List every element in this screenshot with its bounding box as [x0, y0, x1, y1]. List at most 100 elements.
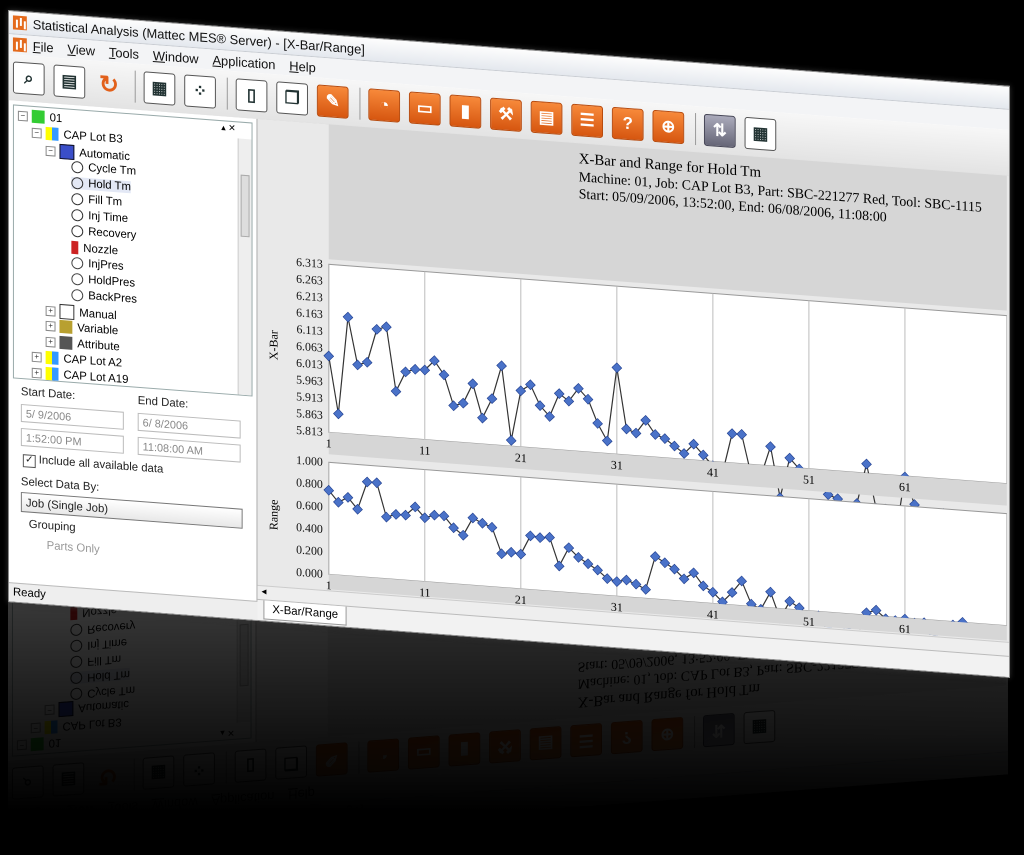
toolbar-separator [695, 113, 697, 146]
doc-icon[interactable] [12, 37, 27, 53]
ruler-icon [59, 319, 73, 334]
list-icon[interactable]: ☰ [571, 103, 603, 139]
menu-window[interactable]: Window [153, 47, 199, 65]
folder-icon [59, 143, 75, 161]
menu-application[interactable]: Application [212, 52, 275, 72]
toolbar-separator [134, 70, 136, 103]
clock-icon [71, 160, 84, 174]
print-icon[interactable]: ▤ [53, 64, 86, 99]
range-y-axis-label: Range [266, 499, 280, 531]
scroll-thumb[interactable] [240, 174, 250, 238]
tree-item-param[interactable]: Recovery [71, 224, 136, 242]
app-icon [12, 15, 27, 31]
gauge-small-icon [71, 256, 84, 270]
copy-pages-icon[interactable]: ❐ [276, 81, 308, 116]
tree-view[interactable]: −01 − CAP Lot B3 − Automatic Cycle Tm Hold… [12, 104, 253, 397]
toolbar-separator [226, 77, 228, 110]
xbar-y-tick-label: 5.963 [296, 372, 323, 388]
range-y-tick-label: 0.000 [296, 565, 323, 581]
flag-icon [59, 335, 73, 350]
xbar-x-tick-label: 61 [899, 479, 911, 494]
tree-node-automatic[interactable]: − Automatic [45, 143, 130, 164]
tab-xbar-range[interactable]: X-Bar/Range [263, 600, 348, 626]
xbar-y-axis-label: X-Bar [266, 330, 280, 361]
gauge-small-icon [71, 272, 84, 286]
help-icon[interactable]: ? [611, 106, 644, 142]
document-icon[interactable]: ▭ [408, 91, 441, 126]
tree-node-machine[interactable]: −01 [17, 109, 62, 125]
tree-scrollbar[interactable] [237, 138, 252, 396]
end-time-field[interactable]: 11:08:00 AM [137, 436, 241, 463]
app-window: Statistical Analysis (Mattec MES® Server… [8, 10, 1010, 678]
xbar-y-tick-label: 6.313 [296, 255, 323, 271]
thermometer-icon [71, 240, 79, 255]
refresh-icon[interactable]: ↻ [94, 69, 124, 101]
tree-item-param[interactable]: Inj Time [71, 208, 128, 225]
xbar-y-tick-label: 5.913 [296, 389, 323, 405]
gauge-small-icon [71, 288, 84, 302]
xbar-y-tick-label: 6.113 [297, 322, 323, 338]
globe-icon[interactable]: ⊕ [652, 109, 685, 145]
include-all-label: Include all available data [38, 454, 164, 476]
range-y-tick-label: 0.200 [296, 542, 323, 558]
xbar-x-tick-label: 21 [515, 450, 527, 465]
zoom-icon[interactable]: ⌕ [12, 61, 45, 96]
include-all-checkbox[interactable]: ✓ [22, 454, 36, 469]
start-date-field[interactable]: 5/ 9/2006 [20, 403, 124, 430]
grouping-label: Grouping [28, 518, 76, 535]
gauge-icon[interactable]: ◔ [368, 88, 401, 123]
tree-item-param[interactable]: Nozzle [71, 240, 118, 258]
print-data-icon[interactable]: ▤ [530, 100, 563, 135]
range-y-tick-label: 0.600 [296, 498, 323, 514]
bar-chart-icon[interactable]: ▮ [449, 94, 482, 129]
clock-icon [71, 224, 84, 238]
toolbar-separator [359, 87, 361, 120]
job-icon [45, 366, 59, 381]
left-panel: −01 −CAP Lot B3 −Automatic Cycle Tm Hold… [8, 100, 261, 621]
tree-item-param[interactable]: BackPres [71, 288, 137, 306]
pin-icon[interactable]: ✎ [316, 84, 349, 119]
pane-pin-icon[interactable]: ▴ ✕ [221, 122, 235, 134]
xbar-range-chart: X-Bar and Range for Hold TmMachine: 01, … [266, 124, 1007, 641]
xbar-y-tick-label: 5.813 [296, 423, 323, 439]
menu-file[interactable]: File [33, 38, 54, 55]
xbar-y-tick-label: 6.013 [296, 356, 323, 372]
xbar-y-tick-label: 6.063 [296, 339, 323, 355]
scatter-icon[interactable]: ⁘ [184, 74, 216, 109]
table-icon[interactable]: ▦ [744, 116, 777, 152]
clock-icon [71, 176, 84, 190]
xbar-x-tick-label: 41 [707, 465, 719, 480]
menu-view[interactable]: View [67, 41, 95, 58]
sort-icon[interactable]: ⇅ [703, 113, 736, 149]
xbar-y-tick-label: 6.163 [296, 305, 323, 321]
range-y-tick-label: 1.000 [296, 453, 323, 469]
range-y-tick-label: 0.400 [296, 520, 323, 536]
parts-only-radio[interactable]: Parts Only [47, 540, 100, 556]
chart-pane: X-Bar and Range for Hold TmMachine: 01, … [257, 118, 1009, 677]
clock-icon [71, 192, 84, 206]
end-date-field[interactable]: 6/ 8/2006 [137, 412, 241, 439]
tree-item-param[interactable]: HoldPres [71, 272, 135, 290]
tree-item-param-selected[interactable]: Hold Tm [71, 176, 132, 194]
clock-icon [71, 208, 84, 222]
tree-item-param[interactable]: InjPres [71, 256, 124, 273]
menu-tools[interactable]: Tools [109, 44, 139, 61]
menu-help[interactable]: Help [289, 58, 315, 75]
hand-icon [59, 303, 75, 321]
xbar-y-tick-label: 6.213 [296, 288, 323, 304]
start-date-label: Start Date: [20, 385, 76, 403]
calculator-icon[interactable]: ▦ [143, 71, 176, 106]
xbar-y-tick-label: 6.263 [296, 272, 323, 288]
xbar-x-tick-label: 31 [611, 458, 623, 473]
range-y-tick-label: 0.800 [296, 475, 323, 491]
tree-item-param[interactable]: Fill Tm [71, 192, 122, 209]
xbar-y-tick-label: 5.863 [296, 406, 323, 422]
wrench-icon[interactable]: ⚒ [490, 97, 522, 132]
new-page-icon[interactable]: ▯ [235, 78, 268, 113]
xbar-x-tick-label: 1 [326, 436, 332, 451]
start-time-field[interactable]: 1:52:00 PM [20, 427, 124, 454]
select-by-label: Select Data By: [20, 475, 100, 494]
job-icon [45, 126, 59, 141]
tree-node-attribute[interactable]: + Attribute [45, 335, 120, 354]
end-date-label: End Date: [137, 394, 189, 411]
